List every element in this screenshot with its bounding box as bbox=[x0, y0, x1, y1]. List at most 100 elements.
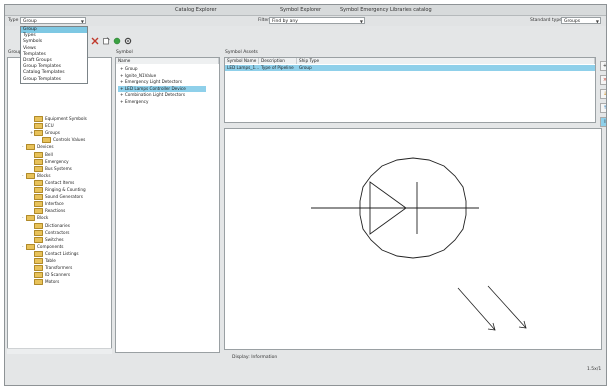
list-item[interactable]: + Ignite_N1Value bbox=[118, 73, 206, 79]
column-header-name[interactable]: Name bbox=[116, 58, 219, 64]
tree-item[interactable]: Emergency bbox=[30, 158, 69, 165]
filter-bar: Type Group ▼ Filter Find by any ▼ Standa… bbox=[5, 16, 606, 26]
folder-icon bbox=[34, 272, 43, 279]
list-item-label: Emergency bbox=[124, 99, 149, 104]
folder-icon bbox=[34, 250, 43, 257]
tree-item-label: Contact Items bbox=[45, 179, 75, 185]
folder-icon bbox=[26, 243, 35, 250]
standard-type-select[interactable]: Groups ▼ bbox=[561, 17, 601, 24]
type-dropdown-list[interactable]: Group Types Symbols Views Templates Draft Gro… bbox=[20, 26, 88, 84]
add-icon[interactable]: + bbox=[600, 61, 606, 71]
tree-item-label: ID Scanners bbox=[45, 272, 71, 278]
refresh-icon[interactable] bbox=[113, 37, 121, 45]
column-header-ship-type[interactable]: Ship Type bbox=[297, 58, 595, 64]
folder-icon bbox=[34, 187, 43, 193]
column-header-description[interactable]: Description bbox=[259, 58, 297, 64]
chevron-down-icon: ▼ bbox=[595, 19, 599, 24]
light-emission-arrows-icon bbox=[457, 285, 527, 331]
tree-item[interactable]: Reactions bbox=[30, 208, 66, 215]
folder-icon bbox=[34, 151, 43, 158]
cell-ship-type: Group bbox=[299, 65, 312, 70]
filter-select-value: Find by any bbox=[272, 19, 298, 24]
settings-icon[interactable] bbox=[124, 37, 132, 45]
tree-item-label: Emergency bbox=[45, 158, 69, 164]
folder-icon bbox=[34, 194, 43, 201]
dropdown-option[interactable]: Group Templates bbox=[21, 77, 87, 83]
tree-item-label: Reactions bbox=[45, 208, 66, 214]
folder-icon bbox=[26, 172, 35, 179]
list-item[interactable]: + Group bbox=[118, 66, 206, 72]
cell-description: Type of Pipeline bbox=[261, 65, 294, 70]
list-item[interactable]: + Emergency Light Detectors bbox=[118, 79, 206, 85]
folder-icon bbox=[34, 116, 43, 122]
list-item-label: Emergency Light Detectors bbox=[124, 79, 183, 85]
folder-icon bbox=[34, 236, 43, 243]
tree-item-label: Motors bbox=[45, 279, 60, 285]
export-icon[interactable]: ↑ bbox=[600, 103, 606, 113]
table-row[interactable]: LED Lamps_1... Type of Pipeline Group bbox=[225, 65, 595, 71]
tree-item[interactable]: Dictionaries bbox=[30, 222, 70, 229]
type-select[interactable]: Group ▼ bbox=[20, 17, 86, 24]
tree-item[interactable]: Contractors bbox=[30, 229, 70, 236]
tree-item[interactable]: - Block bbox=[22, 215, 49, 222]
list-item-label: Group bbox=[124, 66, 138, 71]
tree-item[interactable]: + Groups bbox=[30, 130, 60, 137]
tree-item-label: Block bbox=[37, 215, 49, 221]
tree-item-label: Interface bbox=[45, 201, 64, 207]
tree-item-label: Components bbox=[37, 243, 64, 249]
standard-type-value: Groups bbox=[564, 19, 581, 24]
tree-item[interactable]: Bell bbox=[30, 151, 53, 158]
group-tree-panel: Equipment Symbols ECU + Groups Controls Valu… bbox=[7, 57, 112, 353]
list-item[interactable]: + Combination Light Detectors bbox=[118, 92, 206, 98]
tree-item-label: Contractors bbox=[45, 229, 70, 235]
title-left: Catalog Explorer bbox=[175, 7, 217, 13]
folder-icon bbox=[34, 179, 43, 186]
tree-item-label: Bell bbox=[45, 151, 53, 157]
tree-item[interactable]: Ringing & Counting bbox=[30, 187, 86, 193]
tree-item[interactable]: ECU bbox=[30, 123, 54, 130]
tree-item[interactable]: Contact Items bbox=[30, 179, 75, 186]
symbol-preview-drawing bbox=[311, 157, 527, 331]
folder-icon bbox=[34, 258, 43, 264]
toolbar bbox=[91, 37, 151, 47]
tree-item-label: Controls Values bbox=[53, 137, 86, 143]
list-item[interactable]: + LED Lamps Controller Device bbox=[118, 85, 206, 92]
column-header-symbol-name[interactable]: Symbol Name bbox=[225, 58, 259, 64]
tree-item-label: Devices bbox=[37, 144, 54, 150]
folder-icon bbox=[34, 201, 43, 208]
tree-item[interactable]: - Blocks bbox=[22, 172, 51, 179]
list-item[interactable]: + Emergency bbox=[118, 99, 206, 105]
tree-item[interactable]: Bus Systems bbox=[30, 165, 72, 172]
symbol-preview-canvas[interactable] bbox=[224, 128, 602, 350]
tree-item[interactable]: - Devices bbox=[22, 144, 54, 151]
tree-item[interactable]: Motors bbox=[30, 279, 60, 286]
tree-item[interactable]: Contact Listings bbox=[30, 250, 79, 257]
tree-item[interactable]: Transformers bbox=[30, 265, 72, 272]
tree-item[interactable]: - Components bbox=[22, 243, 64, 250]
list-item-label: Combination Light Detectors bbox=[124, 92, 186, 98]
tree-item-label: Groups bbox=[45, 130, 60, 136]
tree-horizontal-scrollbar[interactable] bbox=[7, 348, 112, 354]
tree-item[interactable]: Sound Generators bbox=[30, 194, 83, 201]
tree-item-label: Switches bbox=[45, 236, 64, 242]
diode-symbol-icon bbox=[311, 157, 479, 259]
tree-item-label: Table bbox=[45, 258, 56, 263]
tree-item[interactable]: Equipment Symbols bbox=[30, 116, 87, 122]
filter-select[interactable]: Find by any ▼ bbox=[269, 17, 365, 24]
tree-item[interactable]: Table bbox=[30, 258, 56, 264]
tree-item[interactable]: Controls Values bbox=[38, 137, 86, 144]
tree-item[interactable]: ID Scanners bbox=[30, 272, 71, 279]
tree-item[interactable]: Switches bbox=[30, 236, 64, 243]
folder-icon bbox=[34, 165, 43, 172]
tree-item[interactable]: Interface bbox=[30, 201, 64, 208]
new-icon[interactable] bbox=[102, 37, 110, 45]
tree-item-label: Dictionaries bbox=[45, 222, 70, 228]
delete-icon[interactable]: × bbox=[600, 75, 606, 85]
folder-icon bbox=[26, 215, 35, 222]
info-icon[interactable]: i bbox=[600, 117, 606, 127]
application-window: Catalog Explorer Symbol Explorer Symbol … bbox=[4, 4, 607, 386]
delete-icon[interactable] bbox=[91, 37, 99, 45]
folder-icon bbox=[34, 158, 43, 165]
folder-icon bbox=[34, 229, 43, 236]
import-icon[interactable]: ↓ bbox=[600, 89, 606, 99]
